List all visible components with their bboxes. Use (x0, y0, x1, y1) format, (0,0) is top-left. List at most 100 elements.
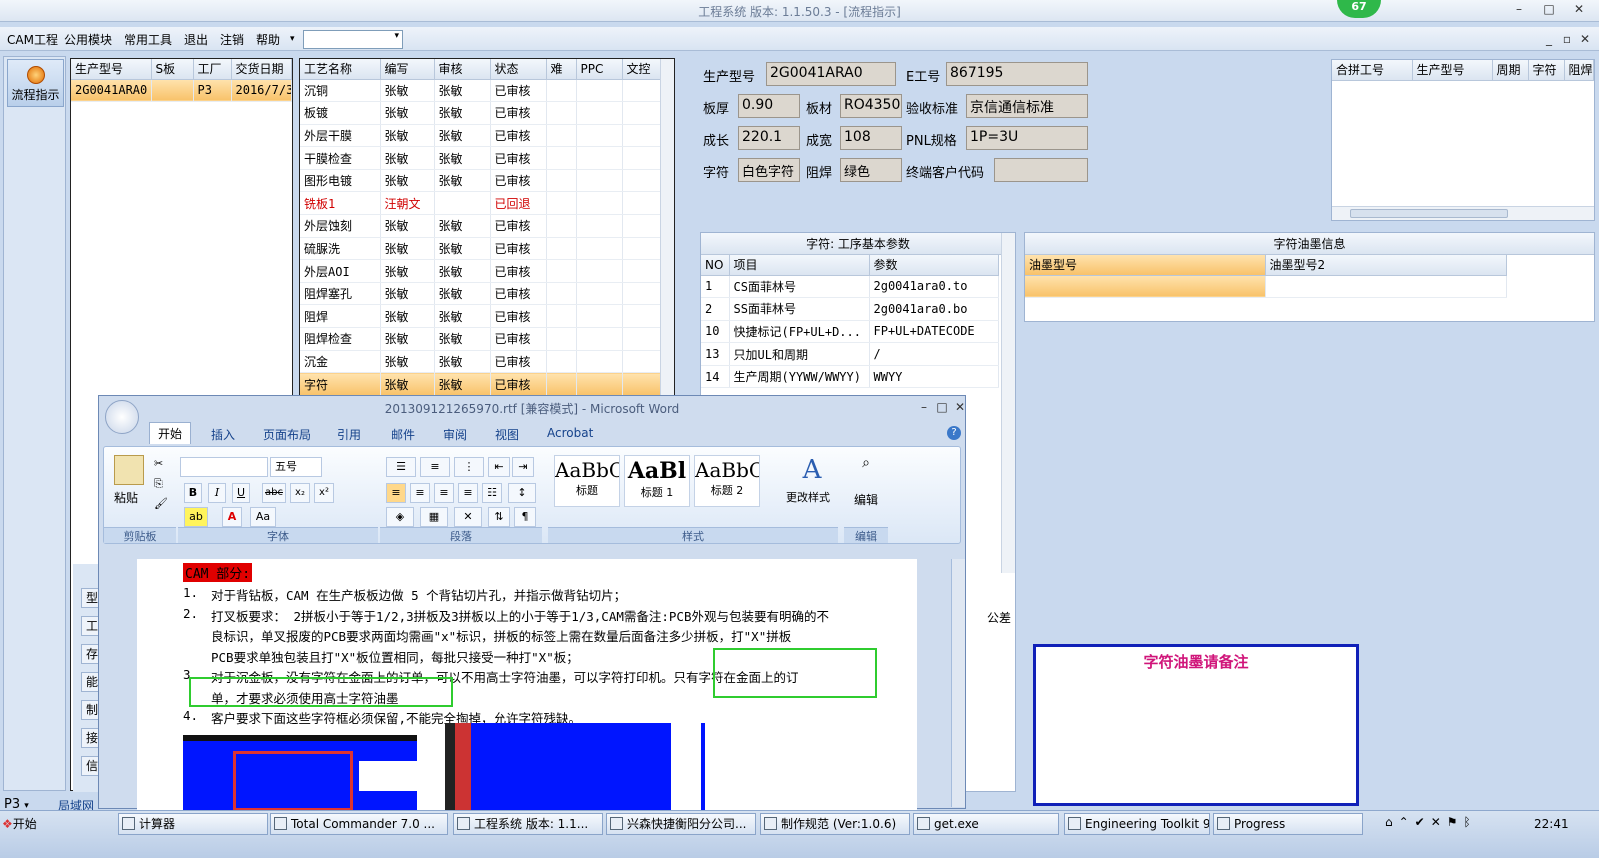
start-button[interactable]: ❖开始 (2, 813, 52, 835)
document-page[interactable]: CAM 部分: 1. 对于背钻板，CAM 在生产板板边做 5 个背钻切片孔，并指示… (137, 559, 917, 810)
col-delivery[interactable]: 交货日期 (231, 59, 292, 80)
col-factory[interactable]: 工厂 (193, 59, 232, 80)
maximize-button[interactable]: □ (1540, 2, 1558, 18)
length-field[interactable]: 220.1 (738, 126, 800, 150)
subscript-button[interactable]: x₂ (290, 483, 310, 503)
underline-button[interactable]: U (232, 483, 250, 503)
style-title[interactable]: AaBbC 标题 (554, 455, 620, 507)
col-difficulty[interactable]: 难 (546, 59, 577, 80)
table-row[interactable]: 字符 张敏 张敏 已审核 (300, 372, 674, 396)
process-scrollbar[interactable] (660, 59, 674, 402)
line-spacing-icon[interactable]: ↕ (508, 483, 536, 503)
task-total-commander[interactable]: Total Commander 7.0 ... (270, 813, 448, 835)
col-merge-model[interactable]: 生产型号 (1412, 60, 1493, 81)
menu-logout[interactable]: 注销 (220, 31, 244, 48)
paste-icon[interactable] (114, 455, 144, 485)
menu-cam[interactable]: CAM工程 (7, 31, 58, 48)
col-ink-type-2[interactable]: 油墨型号2 (1265, 255, 1507, 276)
e-number-field[interactable]: 867195 (946, 62, 1088, 86)
scrollbar-thumb[interactable] (1350, 209, 1508, 218)
shading-icon[interactable]: ◈ (386, 507, 414, 527)
pnl-field[interactable]: 1P=3U (966, 126, 1088, 150)
doc-scrollbar[interactable] (951, 559, 965, 807)
col-char[interactable]: 字符 (1528, 60, 1565, 81)
merge-scrollbar[interactable] (1332, 206, 1594, 220)
show-marks-icon[interactable]: ¶ (514, 507, 536, 527)
col-ppc[interactable]: PPC (576, 59, 623, 80)
col-reviewer[interactable]: 审核 (434, 59, 491, 80)
col-merge-no[interactable]: 合拼工号 (1332, 60, 1413, 81)
style-heading-2[interactable]: AaBbC 标题 2 (694, 455, 760, 507)
table-row[interactable]: 13 只加UL和周期 / (701, 342, 999, 366)
mdi-minimize-button[interactable]: _ (1540, 32, 1558, 48)
tab-review[interactable]: 审阅 (443, 426, 467, 443)
mdi-close-button[interactable]: ✕ (1576, 32, 1594, 48)
cut-icon[interactable]: ✂ (154, 457, 163, 470)
align-center-icon[interactable]: ≡ (410, 483, 430, 503)
word-close-button[interactable]: ✕ (951, 400, 969, 416)
table-row[interactable]: 10 快捷标记(FP+UL+D... FP+UL+DATECODE (701, 320, 999, 344)
paste-label[interactable]: 粘贴 (114, 489, 138, 506)
material-field[interactable]: RO4350B (840, 94, 902, 118)
align-left-icon[interactable]: ≡ (386, 483, 406, 503)
tab-home[interactable]: 开始 (149, 422, 192, 444)
menu-exit[interactable]: 退出 (184, 31, 208, 48)
col-ink-type[interactable]: 油墨型号 (1025, 255, 1266, 276)
menu-overflow-icon[interactable]: ▾ (290, 34, 295, 44)
col-status[interactable]: 状态 (490, 59, 547, 80)
table-row[interactable]: 2G0041ARA0 P3 2016/7/3 (71, 79, 292, 103)
table-row[interactable]: 板镀 张敏 张敏 已审核 (300, 101, 674, 125)
task-calculator[interactable]: 计算器 (118, 813, 268, 835)
decrease-indent-icon[interactable]: ⇤ (488, 457, 510, 477)
bullets-icon[interactable]: ☰ (386, 457, 416, 477)
font-size-select[interactable]: 五号 (270, 457, 322, 477)
col-writer[interactable]: 编写 (380, 59, 435, 80)
tray-icons[interactable]: ⌂⌃✔✕⚑ᛒ (1385, 815, 1477, 829)
multilevel-list-icon[interactable]: ⋮ (454, 457, 484, 477)
task-spec[interactable]: 制作规范 (Ver:1.0.6) (760, 813, 910, 835)
strikethrough-button[interactable]: abc (262, 483, 286, 503)
italic-button[interactable]: I (208, 483, 226, 503)
find-icon[interactable]: ⌕ (854, 455, 878, 479)
menu-common-modules[interactable]: 公用模块 (64, 31, 112, 48)
col-cycle[interactable]: 周期 (1492, 60, 1529, 81)
table-row[interactable]: 1 CS面菲林号 2g0041ara0.to (701, 275, 999, 299)
font-name-select[interactable] (180, 457, 268, 477)
tab-view[interactable]: 视图 (495, 426, 519, 443)
tab-insert[interactable]: 插入 (211, 426, 235, 443)
change-styles-icon[interactable]: A (794, 455, 830, 485)
style-heading-1[interactable]: AaBl 标题 1 (624, 455, 690, 507)
table-row[interactable]: 硫脲洗 张敏 张敏 已审核 (300, 237, 674, 261)
borders-icon[interactable]: ▦ (420, 507, 448, 527)
table-row[interactable]: 外层干膜 张敏 张敏 已审核 (300, 124, 674, 148)
col-model[interactable]: 生产型号 (71, 59, 152, 80)
align-right-icon[interactable]: ≡ (434, 483, 454, 503)
superscript-button[interactable]: x² (314, 483, 334, 503)
task-get-exe[interactable]: get.exe (913, 813, 1059, 835)
table-row[interactable]: 外层AOI 张敏 张敏 已审核 (300, 259, 674, 283)
table-row[interactable]: 铣板1 汪朝文 已回退 (300, 191, 674, 216)
model-field[interactable]: 2G0041ARA0 (766, 62, 896, 86)
table-row[interactable]: 阻焊塞孔 张敏 张敏 已审核 (300, 282, 674, 306)
table-row[interactable]: 图形电镀 张敏 张敏 已审核 (300, 169, 674, 193)
change-case-icon[interactable]: Aa (250, 507, 276, 527)
word-minimize-button[interactable]: – (915, 400, 933, 416)
justify-icon[interactable]: ≡ (458, 483, 478, 503)
width-field[interactable]: 108 (840, 126, 902, 150)
char-field[interactable]: 白色字符 (738, 158, 800, 182)
table-row[interactable]: 阻焊 张敏 张敏 已审核 (300, 304, 674, 329)
thickness-field[interactable]: 0.90 (738, 94, 800, 118)
col-no[interactable]: NO (701, 255, 730, 276)
format-painter-icon[interactable]: 🖌 (154, 497, 168, 510)
table-row[interactable]: 14 生产周期(YYWW/WWYY) WWYY (701, 365, 999, 389)
col-mask[interactable]: 阻焊 (1564, 60, 1594, 81)
minimize-button[interactable]: – (1510, 2, 1528, 18)
table-row[interactable]: 2 SS面菲林号 2g0041ara0.bo (701, 297, 999, 321)
numbering-icon[interactable]: ≡ (420, 457, 450, 477)
flow-button[interactable]: 流程指示 (7, 59, 64, 107)
increase-indent-icon[interactable]: ⇥ (512, 457, 534, 477)
help-icon[interactable]: ? (947, 426, 961, 440)
task-engineering-system[interactable]: 工程系统 版本: 1.1... (453, 813, 603, 835)
change-styles-label[interactable]: 更改样式 (786, 489, 830, 505)
table-row[interactable]: 沉金 张敏 张敏 已审核 (300, 350, 674, 374)
